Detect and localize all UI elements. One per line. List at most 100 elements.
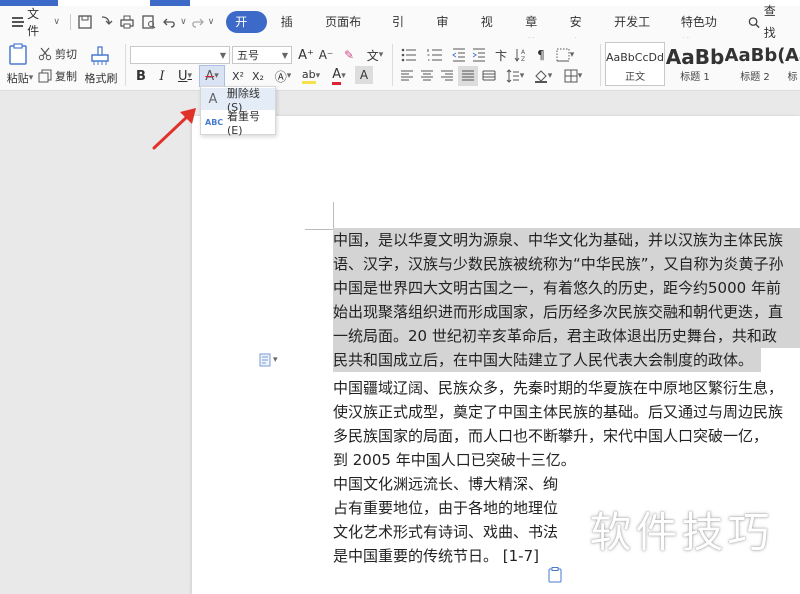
character-shading-button[interactable]: A bbox=[355, 66, 373, 84]
text-line: 中国疆域辽阔、民族众多，先秦时期的华夏族在中原地区繁衍生息， bbox=[333, 379, 784, 397]
paragraph-mark-icon: ¶ bbox=[537, 48, 545, 62]
copy-icon bbox=[38, 69, 52, 83]
export-button[interactable] bbox=[98, 13, 115, 31]
shading-button[interactable]: ▾ bbox=[530, 67, 556, 85]
align-center-button[interactable] bbox=[418, 67, 436, 85]
paragraph-layout-icon bbox=[259, 353, 271, 367]
strikethrough-menu-button[interactable]: A ▾ bbox=[199, 65, 225, 87]
redo-icon bbox=[192, 18, 205, 28]
tab-features[interactable]: 特色功能 bbox=[673, 11, 734, 51]
chevron-down-icon: ▾ bbox=[315, 71, 321, 81]
copy-button[interactable]: 复制 bbox=[38, 68, 80, 84]
style-heading-2[interactable]: AaBb( 标题 2 bbox=[725, 42, 786, 86]
bullet-list-icon bbox=[401, 48, 416, 62]
sort-button[interactable]: AZ bbox=[512, 46, 530, 64]
pinyin-guide-button[interactable]: 文 ▾ bbox=[362, 46, 388, 64]
style-heading-3[interactable]: Aa 标 bbox=[785, 42, 800, 86]
font-size-select[interactable]: 五号 ▼ bbox=[232, 46, 292, 64]
text-line: 语、汉字，汉族与少数民族被统称为“中华民族”，又自称为炎黄子孙 bbox=[333, 252, 800, 276]
paragraph[interactable]: 中国疆域辽阔、民族众多，先秦时期的华夏族在中原地区繁衍生息， 使汉族正式成型，奠… bbox=[333, 376, 800, 472]
print-button[interactable] bbox=[119, 13, 136, 31]
tab-insert[interactable]: 插入 bbox=[273, 11, 311, 51]
paste-menu[interactable]: 粘贴 ▾ bbox=[2, 70, 38, 86]
highlight-button[interactable]: ab ▾ bbox=[298, 66, 324, 86]
save-button[interactable] bbox=[77, 13, 94, 31]
character-shading-icon: A bbox=[359, 68, 369, 82]
cut-button[interactable]: 剪切 bbox=[38, 46, 80, 62]
clipboard-icon bbox=[548, 567, 562, 583]
italic-button[interactable]: I bbox=[153, 66, 171, 86]
table-borders-button[interactable]: ▾ bbox=[560, 67, 586, 85]
subscript-button[interactable]: X₂ bbox=[249, 66, 267, 86]
text-line: 多民族国家的局面，而人口也不断攀升，宋代中国人口突破一亿， bbox=[333, 427, 769, 445]
tab-references[interactable]: 引用 bbox=[384, 11, 422, 51]
style-name: 正文 bbox=[625, 72, 645, 83]
superscript-icon: X² bbox=[232, 69, 244, 83]
chinese-layout-button[interactable]: 卞 bbox=[492, 46, 510, 64]
text-line: 中国是世界四大文明古国之一，有着悠久的历史，距今约5000 年前 bbox=[333, 276, 800, 300]
paragraph[interactable]: 中国，是以华夏文明为源泉、中华文化为基础，并以汉族为主体民族 语、汉字，汉族与少… bbox=[333, 228, 800, 376]
tab-view[interactable]: 视图 bbox=[473, 11, 511, 51]
align-left-button[interactable] bbox=[398, 67, 416, 85]
align-right-button[interactable] bbox=[438, 67, 456, 85]
svg-text:A: A bbox=[521, 49, 526, 56]
shrink-font-button[interactable]: A⁻ bbox=[317, 46, 335, 64]
align-center-icon bbox=[421, 70, 433, 81]
paste-options-button[interactable] bbox=[548, 567, 562, 587]
distributed-button[interactable] bbox=[480, 67, 498, 85]
increase-indent-icon bbox=[472, 48, 485, 62]
redo-button[interactable] bbox=[189, 13, 206, 31]
justify-button[interactable] bbox=[458, 66, 478, 86]
shrink-font-icon: A⁻ bbox=[318, 48, 334, 62]
underline-button[interactable]: U ▾ bbox=[173, 66, 197, 86]
bullet-list-button[interactable] bbox=[398, 46, 420, 64]
align-right-icon bbox=[441, 70, 453, 81]
format-painter-button[interactable] bbox=[88, 42, 112, 68]
font-name-select[interactable]: ▼ bbox=[130, 46, 230, 64]
chevron-down-icon[interactable]: ∨ bbox=[208, 17, 215, 27]
italic-icon: I bbox=[159, 68, 165, 84]
text-effect-button[interactable]: Ⓐ ▾ bbox=[272, 66, 294, 86]
tab-page-layout[interactable]: 页面布局 bbox=[317, 11, 378, 51]
show-marks-button[interactable]: ¶ bbox=[532, 46, 550, 64]
annotation-arrow-icon bbox=[152, 108, 196, 150]
chevron-down-icon: ▾ bbox=[547, 71, 553, 81]
text-line: 中国，是以华夏文明为源泉、中华文化为基础，并以汉族为主体民族 bbox=[333, 228, 800, 252]
line-spacing-button[interactable]: ▾ bbox=[502, 67, 528, 85]
tab-sections[interactable]: 章节 bbox=[517, 11, 555, 51]
decrease-indent-button[interactable] bbox=[450, 46, 468, 64]
clear-format-button[interactable]: ✎ bbox=[340, 46, 358, 64]
chevron-down-icon: ▾ bbox=[28, 73, 34, 83]
style-normal[interactable]: AaBbCcDd 正文 bbox=[605, 42, 665, 86]
print-preview-button[interactable] bbox=[140, 13, 157, 31]
bold-button[interactable]: B bbox=[132, 66, 150, 86]
font-color-button[interactable]: A ▾ bbox=[328, 66, 350, 86]
tab-security[interactable]: 安全 bbox=[562, 11, 600, 51]
increase-indent-button[interactable] bbox=[470, 46, 488, 64]
paragraph-layout-button[interactable]: ▾ bbox=[259, 353, 278, 367]
search-button[interactable]: 查找 bbox=[740, 4, 794, 40]
export-icon bbox=[102, 16, 113, 25]
superscript-button[interactable]: X² bbox=[229, 66, 247, 86]
font-size-value: 五号 bbox=[237, 49, 259, 62]
style-heading-1[interactable]: AaBb 标题 1 bbox=[665, 42, 725, 86]
tab-home[interactable]: 开始 bbox=[226, 11, 267, 51]
cut-label: 剪切 bbox=[55, 48, 77, 61]
tab-developer[interactable]: 开发工具 bbox=[606, 11, 667, 51]
menu-item-emphasis-mark[interactable]: ABC 着重号(E) bbox=[201, 110, 275, 137]
paste-button[interactable] bbox=[4, 42, 32, 66]
text-line: 始出现聚落组织进而形成国家，后历经多次民族交融和朝代更迭，直 bbox=[333, 300, 800, 324]
tab-review[interactable]: 审阅 bbox=[428, 11, 466, 51]
borders-menu-button[interactable]: ▾ bbox=[552, 46, 578, 64]
file-menu[interactable]: 文件 ∨ bbox=[6, 7, 66, 38]
print-icon bbox=[120, 15, 135, 29]
numbered-list-icon bbox=[427, 49, 442, 61]
undo-button[interactable] bbox=[161, 13, 178, 31]
style-name: 标题 1 bbox=[680, 72, 710, 83]
divider bbox=[69, 14, 71, 30]
numbered-list-button[interactable] bbox=[424, 46, 446, 64]
grow-font-button[interactable]: A⁺ bbox=[297, 46, 315, 64]
chevron-down-icon[interactable]: ∨ bbox=[180, 17, 187, 27]
format-painter-label: 格式刷 bbox=[84, 72, 118, 85]
text-line: 民共和国成立后，在中国大陆建立了人民代表大会制度的政体。 bbox=[333, 348, 762, 372]
